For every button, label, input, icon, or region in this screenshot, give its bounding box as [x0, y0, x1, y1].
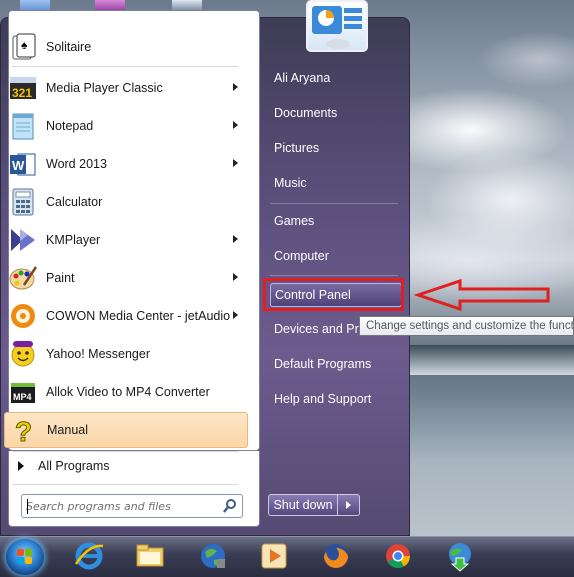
link-computer[interactable]: Computer: [270, 244, 402, 268]
program-label: Paint: [46, 271, 75, 285]
link-label: Music: [274, 176, 307, 190]
program-item-paint[interactable]: Paint: [4, 260, 248, 296]
program-item-kmplayer[interactable]: KMPlayer: [4, 222, 248, 258]
paint-icon: [8, 263, 38, 293]
link-label: Computer: [274, 249, 329, 263]
link-label: Pictures: [274, 141, 320, 155]
program-label: KMPlayer: [46, 233, 101, 247]
all-programs-label: All Programs: [38, 459, 110, 473]
network-globe-icon[interactable]: [197, 540, 229, 572]
divider: [12, 66, 238, 67]
link-pictures[interactable]: Pictures: [270, 136, 402, 160]
svg-text:W: W: [12, 158, 25, 173]
notepad-icon: [8, 111, 38, 141]
all-programs-button[interactable]: All Programs: [10, 455, 248, 477]
divider: [12, 484, 238, 485]
link-label: Games: [274, 214, 315, 228]
search-input[interactable]: [26, 497, 212, 515]
text-caret: [27, 499, 28, 514]
annotation-highlight-box: [263, 278, 404, 311]
divider: [12, 451, 238, 452]
media-player-icon[interactable]: [258, 540, 290, 572]
program-label: Word 2013: [46, 157, 107, 171]
program-item-media-player-classic[interactable]: 321 Media Player Classic: [4, 70, 248, 106]
help-manual-icon: ?: [9, 415, 39, 448]
word-icon: W: [8, 149, 38, 179]
file-explorer-icon[interactable]: [134, 540, 166, 572]
program-label: Allok Video to MP4 Converter: [46, 385, 210, 399]
link-label: Default Programs: [274, 357, 372, 371]
link-label: Documents: [274, 106, 338, 120]
kmplayer-icon: [8, 225, 38, 255]
tooltip: Change settings and customize the functi…: [359, 316, 574, 336]
program-item-mp4-converter[interactable]: MP4 Allok Video to MP4 Converter: [4, 374, 248, 410]
yahoo-messenger-icon: [8, 339, 38, 369]
program-label: Yahoo! Messenger: [46, 347, 150, 361]
search-icon[interactable]: [222, 498, 238, 514]
link-label: Ali Aryana: [274, 71, 331, 85]
submenu-arrow-icon: [233, 311, 238, 319]
submenu-arrow-icon: [233, 273, 238, 281]
svg-text:?: ?: [15, 416, 32, 445]
tooltip-text: Change settings and customize the functi…: [366, 320, 574, 332]
mp4-converter-icon: MP4: [8, 377, 38, 407]
submenu-arrow-icon: [233, 235, 238, 243]
program-label: Calculator: [46, 195, 103, 209]
program-item-word[interactable]: W Word 2013: [4, 146, 248, 182]
jetaudio-icon: [8, 301, 38, 331]
link-games[interactable]: Games: [270, 209, 402, 233]
chrome-icon[interactable]: [382, 540, 414, 572]
submenu-arrow-icon: [233, 121, 238, 129]
link-help-and-support[interactable]: Help and Support: [270, 387, 402, 411]
submenu-arrow-icon: [233, 83, 238, 91]
program-label: Notepad: [46, 119, 94, 133]
internet-explorer-icon[interactable]: [73, 540, 105, 572]
start-button[interactable]: [6, 539, 44, 575]
divider: [270, 275, 398, 276]
firefox-icon[interactable]: [320, 540, 352, 572]
program-item-notepad[interactable]: Notepad: [4, 108, 248, 144]
program-item-calculator[interactable]: Calculator: [4, 184, 248, 220]
program-item-jetaudio[interactable]: COWON Media Center - jetAudio: [4, 298, 248, 334]
link-documents[interactable]: Documents: [270, 101, 402, 125]
submenu-arrow-icon: [233, 159, 238, 167]
solitaire-icon: ♠: [8, 32, 38, 62]
link-default-programs[interactable]: Default Programs: [270, 352, 402, 376]
shutdown-options-button[interactable]: [338, 494, 360, 516]
media-player-classic-icon: 321: [8, 73, 38, 103]
program-item-manual[interactable]: ? Manual: [4, 412, 248, 448]
annotation-arrow-icon: [414, 278, 550, 312]
shutdown-label: Shut down: [273, 498, 333, 512]
link-user-name[interactable]: Ali Aryana: [270, 66, 402, 90]
control-panel-picture-icon: [312, 6, 362, 49]
search-box[interactable]: [21, 494, 243, 518]
program-item-solitaire[interactable]: ♠ Solitaire: [4, 29, 248, 65]
link-label: Help and Support: [274, 392, 372, 406]
svg-text:321: 321: [12, 86, 32, 100]
svg-text:MP4: MP4: [13, 392, 32, 402]
link-music[interactable]: Music: [270, 171, 402, 195]
program-label: Solitaire: [46, 40, 92, 54]
program-item-yahoo-messenger[interactable]: Yahoo! Messenger: [4, 336, 248, 372]
program-label: COWON Media Center - jetAudio: [46, 309, 231, 323]
windows-logo-icon: [17, 549, 33, 565]
shutdown-button[interactable]: Shut down: [268, 494, 338, 516]
program-label: Manual: [47, 423, 88, 437]
svg-text:♠: ♠: [21, 38, 28, 52]
user-account-picture[interactable]: [306, 0, 368, 52]
divider: [270, 203, 398, 204]
calculator-icon: [8, 187, 38, 217]
program-label: Media Player Classic: [46, 81, 163, 95]
triangle-right-icon: [18, 461, 24, 471]
download-manager-icon[interactable]: [444, 540, 476, 572]
wallpaper-sea: [400, 345, 574, 375]
